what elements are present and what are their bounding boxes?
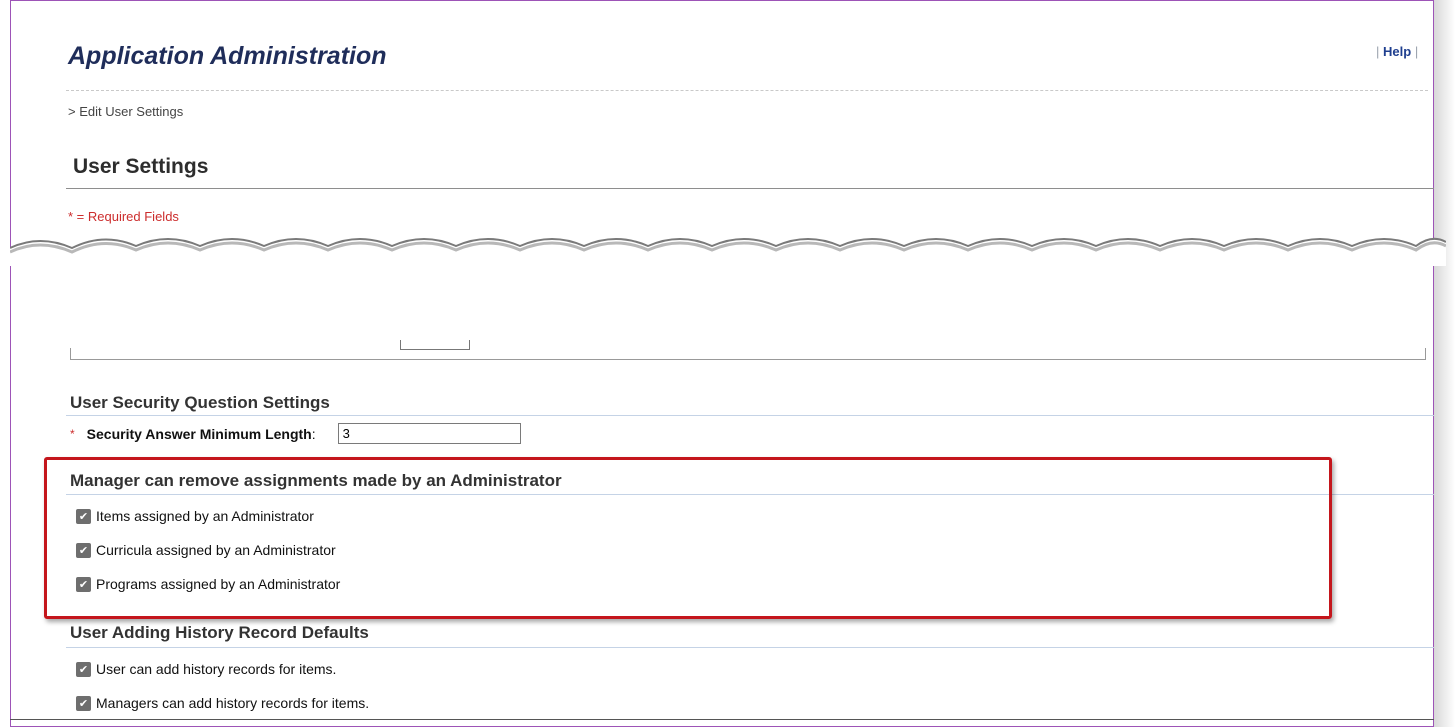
security-answer-field-row: * Security Answer Minimum Length : [70, 423, 521, 444]
required-star: * [70, 426, 75, 441]
help-separator-right: | [1414, 44, 1419, 59]
page-shadow [1434, 0, 1455, 727]
help-link[interactable]: Help [1383, 44, 1411, 59]
security-section-rule [66, 415, 1434, 416]
page-bottom-rule [10, 719, 1434, 720]
header-divider [66, 90, 1428, 91]
checkbox-checked-icon[interactable]: ✔ [76, 695, 91, 711]
highlight-annotation-box [44, 457, 1332, 619]
clipped-input [400, 340, 470, 350]
required-fields-note: * = Required Fields [68, 209, 179, 224]
help-area: | Help | [1376, 44, 1418, 59]
page-title: User Settings [73, 155, 209, 178]
security-answer-min-length-input[interactable] [337, 423, 521, 444]
history-section-title: User Adding History Record Defaults [70, 623, 369, 642]
field-colon: : [311, 425, 316, 442]
history-option-users[interactable]: ✔ User can add history records for items… [76, 661, 336, 677]
history-option-managers[interactable]: ✔ Managers can add history records for i… [76, 695, 369, 711]
app-title: Application Administration [68, 42, 387, 70]
help-separator-left: | [1376, 44, 1380, 59]
clipped-section-box [70, 348, 1426, 360]
page-title-rule [66, 188, 1434, 189]
history-option-label: User can add history records for items. [96, 661, 337, 677]
history-section-rule [66, 647, 1434, 648]
checkbox-checked-icon[interactable]: ✔ [76, 661, 91, 677]
security-answer-label: Security Answer Minimum Length [86, 425, 312, 442]
security-section-title: User Security Question Settings [70, 393, 330, 412]
history-option-label: Managers can add history records for ite… [96, 695, 370, 711]
breadcrumb[interactable]: > Edit User Settings [68, 104, 183, 119]
torn-edge-divider [10, 237, 1446, 266]
